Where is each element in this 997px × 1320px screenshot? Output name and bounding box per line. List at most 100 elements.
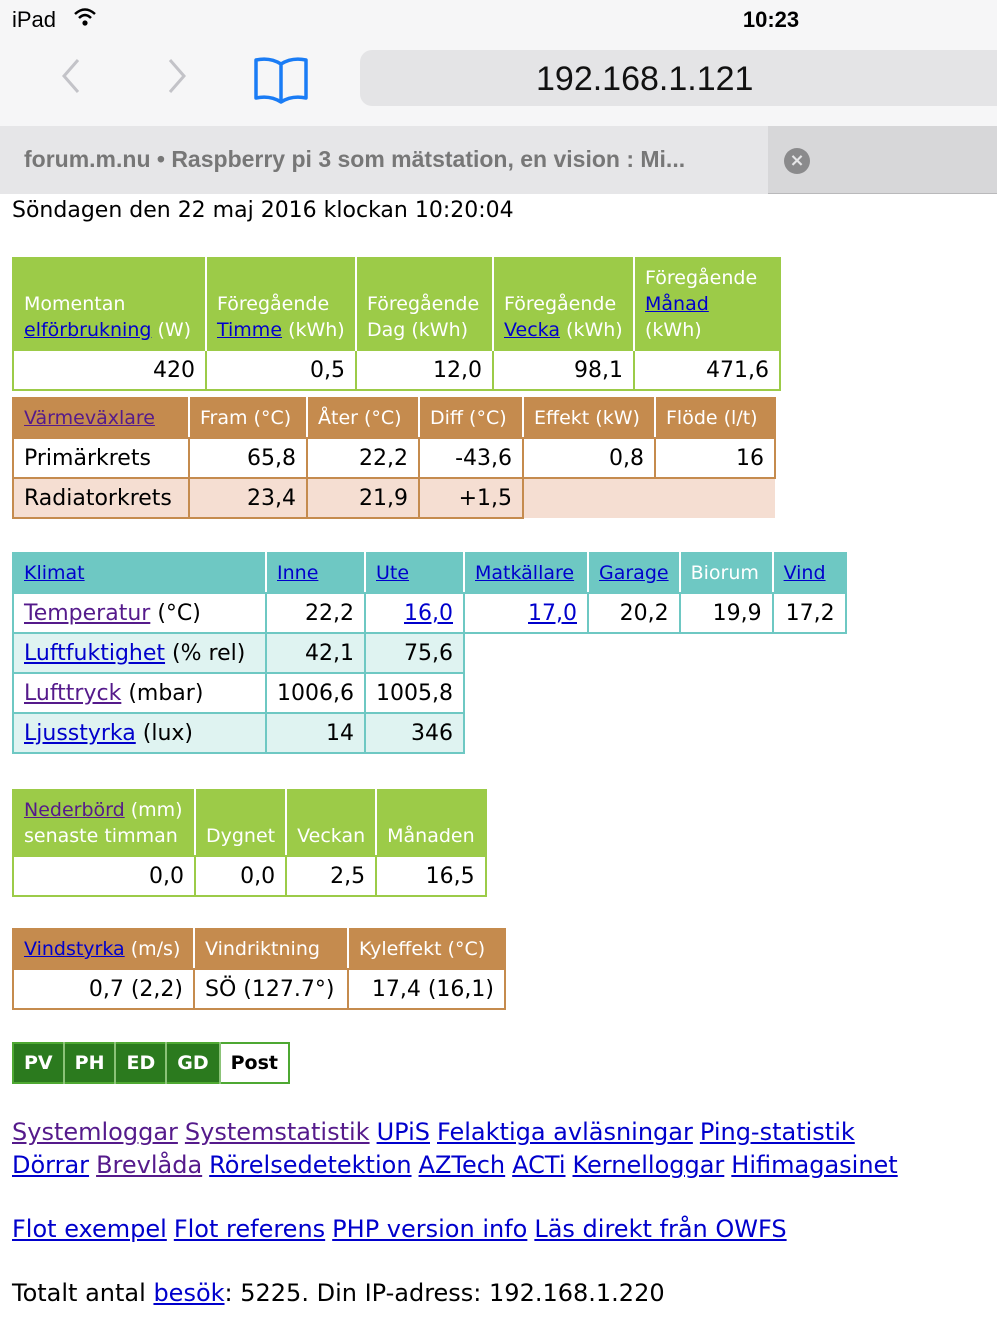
table-row: Ljusstyrka (lux) 14 346 [12, 712, 846, 754]
link-upis[interactable]: UPiS [377, 1118, 430, 1146]
date-line: Söndagen den 22 maj 2016 klockan 10:20:0… [12, 198, 514, 223]
browser-toolbar: 192.168.1.121 [0, 40, 997, 126]
link-vecka[interactable]: Vecka [504, 319, 560, 341]
link-luftfuktighet[interactable]: Luftfuktighet [24, 641, 165, 666]
cell-value: 14 [265, 712, 366, 754]
tab-title: forum.m.nu • Raspberry pi 3 som mätstati… [24, 146, 686, 172]
links-row-2: Dörrar Brevlåda Rörelsedetektion AZTech ACTi… [12, 1149, 905, 1182]
value-vecka: 98,1 [492, 349, 635, 391]
link-rorelsedetektion[interactable]: Rörelsedetektion [209, 1151, 411, 1179]
link-ljusstyrka[interactable]: Ljusstyrka [24, 721, 136, 746]
cell-value: 75,6 [364, 632, 465, 674]
link-matkallare-temp[interactable]: 17,0 [528, 601, 577, 626]
cell-value: 23,4 [188, 477, 308, 519]
value-dag: 12,0 [355, 349, 494, 391]
tab-forum[interactable]: forum.m.nu • Raspberry pi 3 som mätstati… [0, 126, 768, 194]
close-tab-icon[interactable]: × [784, 148, 810, 174]
link-elforbrukning[interactable]: elförbrukning [24, 319, 151, 341]
col-effekt: Effekt (kW) [522, 397, 656, 439]
tab-strip: forum.m.nu • Raspberry pi 3 som mätstati… [0, 126, 997, 194]
col-label: Föregående [645, 267, 758, 289]
cell-value: SÖ (127.7°) [193, 968, 349, 1010]
link-lufttryck[interactable]: Lufttryck [24, 681, 121, 706]
back-arrow-icon[interactable] [52, 56, 92, 96]
empty-cell [464, 713, 846, 753]
row-unit: (mbar) [128, 680, 204, 706]
cell-value: 22,2 [306, 437, 420, 479]
link-vind[interactable]: Vind [784, 562, 826, 584]
link-php-version-info[interactable]: PHP version info [332, 1215, 527, 1243]
cell-value: 0,0 [193, 855, 288, 897]
link-temperatur[interactable]: Temperatur [24, 601, 150, 626]
col-ute: Ute [364, 552, 465, 594]
button-ed[interactable]: ED [115, 1043, 168, 1083]
cell-value: 16 [654, 437, 776, 479]
link-matkallare[interactable]: Matkällare [475, 562, 574, 584]
col-diff: Diff (°C) [418, 397, 524, 439]
link-flot-exempel[interactable]: Flot exempel [12, 1215, 167, 1243]
link-varmevaxlare[interactable]: Värmeväxlare [24, 407, 155, 429]
table-row: Primärkrets 65,8 22,2 -43,6 0,8 16 [12, 437, 776, 479]
col-unit: (mm) [130, 799, 183, 821]
col-label: Föregående [367, 293, 480, 315]
link-nederbord[interactable]: Nederbörd [24, 799, 125, 821]
link-ute[interactable]: Ute [376, 562, 409, 584]
row-unit: (lux) [142, 720, 194, 746]
bookmarks-book-icon[interactable] [252, 54, 310, 108]
empty-cell [464, 673, 846, 713]
col-vindstyrka: Vindstyrka (m/s) [12, 928, 195, 970]
link-las-direkt-owfs[interactable]: Läs direkt från OWFS [534, 1215, 786, 1243]
col-unit: (kWh) [288, 319, 345, 341]
col-veckan: Veckan [285, 789, 378, 857]
cell-value: 2,5 [285, 855, 378, 897]
row-label-lufttryck: Lufttryck (mbar) [12, 672, 267, 714]
button-gd[interactable]: GD [166, 1043, 221, 1083]
link-ute-temp[interactable]: 16,0 [404, 601, 453, 626]
link-felaktiga-avlasningar[interactable]: Felaktiga avläsningar [437, 1118, 693, 1146]
link-kernelloggar[interactable]: Kernelloggar [573, 1151, 725, 1179]
forward-arrow-icon[interactable] [156, 56, 196, 96]
link-acti[interactable]: ACTi [512, 1151, 565, 1179]
empty-cell [655, 478, 775, 518]
link-hifimagasinet[interactable]: Hifimagasinet [731, 1151, 897, 1179]
link-flot-referens[interactable]: Flot referens [174, 1215, 325, 1243]
cell-value-link: 16,0 [364, 592, 465, 634]
link-systemstatistik[interactable]: Systemstatistik [185, 1118, 370, 1146]
row-label-ljusstyrka: Ljusstyrka (lux) [12, 712, 267, 754]
col-garage: Garage [587, 552, 681, 594]
address-bar[interactable]: 192.168.1.121 [360, 50, 997, 106]
link-dorrar[interactable]: Dörrar [12, 1151, 89, 1179]
link-ping-statistik[interactable]: Ping-statistik [700, 1118, 855, 1146]
electricity-table: Momentan elförbrukning (W) Föregående Ti… [12, 257, 781, 391]
footer-visits: Totalt antal besök: 5225. Din IP-adress:… [12, 1277, 665, 1310]
cell-value: 42,1 [265, 632, 366, 674]
empty-cell [523, 478, 655, 518]
cell-value-link: 17,0 [463, 592, 589, 634]
link-vindstyrka[interactable]: Vindstyrka [24, 938, 125, 960]
row-unit: (% rel) [172, 640, 246, 666]
link-besok[interactable]: besök [153, 1279, 224, 1307]
button-ph[interactable]: PH [63, 1043, 117, 1083]
col-manad: Föregående Månad (kWh) [634, 258, 780, 350]
button-pv[interactable]: PV [13, 1043, 65, 1083]
col-inne: Inne [265, 552, 366, 594]
links-row-3: Flot exempel Flot referens PHP version inf… [12, 1213, 794, 1246]
cell-value: 0,7 (2,2) [12, 968, 195, 1010]
button-post[interactable]: Post [219, 1043, 289, 1083]
col-label: Föregående [217, 293, 330, 315]
link-brevlada[interactable]: Brevlåda [96, 1151, 202, 1179]
value-timme: 0,5 [205, 349, 357, 391]
col-unit: (m/s) [130, 938, 181, 960]
col-varmevaxlare: Värmeväxlare [12, 397, 190, 439]
col-matkallare: Matkällare [463, 552, 589, 594]
link-klimat[interactable]: Klimat [24, 562, 85, 584]
link-aztech[interactable]: AZTech [419, 1151, 506, 1179]
link-systemloggar[interactable]: Systemloggar [12, 1118, 178, 1146]
links-row-1: Systemloggar Systemstatistik UPiS Felaktiga… [12, 1116, 862, 1149]
link-garage[interactable]: Garage [599, 562, 669, 584]
link-inne[interactable]: Inne [277, 562, 318, 584]
link-manad[interactable]: Månad [645, 293, 709, 315]
cell-value: 17,4 (16,1) [347, 968, 506, 1010]
link-timme[interactable]: Timme [217, 319, 282, 341]
cell-value: 0,0 [12, 855, 196, 897]
